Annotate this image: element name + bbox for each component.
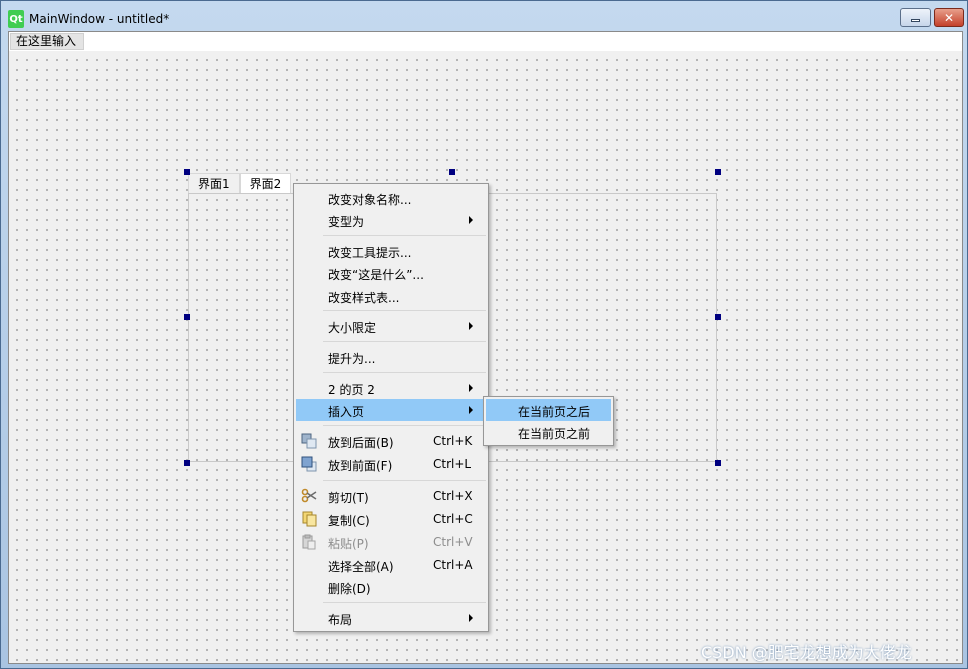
window-title: MainWindow - untitled* bbox=[29, 12, 170, 26]
insert-page-submenu: 在当前页之后 在当前页之前 bbox=[483, 396, 614, 446]
menu-item-layout[interactable]: 布局 bbox=[296, 607, 486, 629]
menu-separator bbox=[323, 372, 486, 373]
menu-separator bbox=[323, 480, 486, 481]
selection-handle-top-right[interactable] bbox=[715, 169, 721, 175]
menu-item-cut[interactable]: 剪切(T) Ctrl+X bbox=[296, 485, 486, 507]
menu-separator bbox=[323, 341, 486, 342]
selection-handle-top-middle[interactable] bbox=[449, 169, 455, 175]
close-icon: ✕ bbox=[943, 10, 955, 25]
menu-item-shortcut: Ctrl+L bbox=[433, 457, 472, 471]
menu-separator bbox=[323, 310, 486, 311]
menu-item-label: 粘贴(P) bbox=[328, 537, 369, 551]
menu-item-insert-page[interactable]: 插入页 bbox=[296, 399, 486, 421]
copy-icon bbox=[302, 511, 317, 527]
menu-item-label: 放到后面(B) bbox=[328, 436, 394, 450]
menu-separator bbox=[323, 425, 486, 426]
main-window: Qt MainWindow - untitled* ✕ 在这里输入 界面1 界面… bbox=[0, 0, 968, 669]
minimize-icon bbox=[911, 19, 920, 22]
menu-item-page-2-of-2[interactable]: 2 的页 2 bbox=[296, 377, 486, 399]
menu-item-shortcut: Ctrl+X bbox=[433, 489, 473, 503]
menu-item-label: 改变工具提示... bbox=[328, 246, 412, 260]
menu-separator bbox=[323, 235, 486, 236]
send-to-back-icon bbox=[301, 433, 317, 449]
menu-item-label: 在当前页之后 bbox=[518, 405, 591, 419]
menu-item-shortcut: Ctrl+A bbox=[433, 558, 473, 572]
menu-item-label: 放到前面(F) bbox=[328, 459, 393, 473]
menu-item-label: 剪切(T) bbox=[328, 491, 369, 505]
menu-item-send-to-back[interactable]: 放到后面(B) Ctrl+K bbox=[296, 430, 486, 452]
menu-item-label: 布局 bbox=[328, 613, 353, 627]
menu-item-bring-to-front[interactable]: 放到前面(F) Ctrl+L bbox=[296, 453, 486, 475]
close-button[interactable]: ✕ bbox=[934, 8, 964, 27]
menu-item-label: 插入页 bbox=[328, 405, 365, 419]
paste-icon bbox=[302, 534, 316, 550]
menu-item-change-object-name[interactable]: 改变对象名称... bbox=[296, 187, 486, 209]
selection-handle-bottom-right[interactable] bbox=[715, 460, 721, 466]
menu-item-label: 提升为... bbox=[328, 352, 376, 366]
tab-page-1[interactable]: 界面1 bbox=[188, 173, 240, 193]
selection-handle-top-left[interactable] bbox=[184, 169, 190, 175]
menu-bar: 在这里输入 bbox=[9, 32, 962, 51]
menu-item-insert-after-current[interactable]: 在当前页之后 bbox=[486, 399, 611, 421]
menu-item-delete[interactable]: 删除(D) bbox=[296, 576, 486, 598]
watermark: CSDN @肥宅龙想成为大佬龙 bbox=[701, 643, 912, 662]
menu-item-copy[interactable]: 复制(C) Ctrl+C bbox=[296, 508, 486, 530]
menu-item-label: 大小限定 bbox=[328, 321, 377, 335]
menu-item-label: 变型为 bbox=[328, 215, 365, 229]
menu-item-label: 复制(C) bbox=[328, 514, 370, 528]
menu-item-label: 2 的页 2 bbox=[328, 383, 375, 397]
submenu-arrow-icon bbox=[469, 406, 473, 414]
qt-logo-icon: Qt bbox=[8, 10, 24, 28]
menu-item-insert-before-current[interactable]: 在当前页之前 bbox=[486, 421, 611, 443]
menu-item-label: 改变“这是什么”... bbox=[328, 268, 424, 282]
title-bar[interactable]: Qt MainWindow - untitled* ✕ bbox=[1, 1, 967, 31]
selection-handle-bottom-left[interactable] bbox=[184, 460, 190, 466]
menu-item-shortcut: Ctrl+V bbox=[433, 535, 473, 549]
menu-item-shortcut: Ctrl+C bbox=[433, 512, 473, 526]
submenu-arrow-icon bbox=[469, 384, 473, 392]
menu-item-change-tooltip[interactable]: 改变工具提示... bbox=[296, 240, 486, 262]
form-canvas[interactable]: 在这里输入 界面1 界面2 改变对象名称... 变型为 改变工具提示... 改变… bbox=[8, 31, 963, 664]
bring-to-front-icon bbox=[301, 456, 317, 472]
menu-item-label: 改变对象名称... bbox=[328, 193, 412, 207]
menu-item-shortcut: Ctrl+K bbox=[433, 434, 473, 448]
menu-item-label: 删除(D) bbox=[328, 582, 371, 596]
selection-handle-middle-right[interactable] bbox=[715, 314, 721, 320]
menu-item-change-whats-this[interactable]: 改变“这是什么”... bbox=[296, 262, 486, 284]
menu-item-paste[interactable]: 粘贴(P) Ctrl+V bbox=[296, 531, 486, 553]
minimize-button[interactable] bbox=[900, 8, 931, 27]
menu-item-size-constraints[interactable]: 大小限定 bbox=[296, 315, 486, 337]
tab-page-2[interactable]: 界面2 bbox=[239, 173, 292, 193]
selection-handle-middle-left[interactable] bbox=[184, 314, 190, 320]
menu-item-label: 在当前页之前 bbox=[518, 427, 591, 441]
menu-item-label: 选择全部(A) bbox=[328, 560, 394, 574]
submenu-arrow-icon bbox=[469, 614, 473, 622]
menu-separator bbox=[323, 602, 486, 603]
scissors-icon bbox=[301, 488, 317, 503]
menu-item-promote-to[interactable]: 提升为... bbox=[296, 346, 486, 368]
menu-type-here-item[interactable]: 在这里输入 bbox=[10, 33, 84, 50]
menu-item-morph-into[interactable]: 变型为 bbox=[296, 209, 486, 231]
context-menu: 改变对象名称... 变型为 改变工具提示... 改变“这是什么”... 改变样式… bbox=[293, 183, 489, 632]
menu-item-label: 改变样式表... bbox=[328, 291, 400, 305]
menu-item-select-all[interactable]: 选择全部(A) Ctrl+A bbox=[296, 554, 486, 576]
submenu-arrow-icon bbox=[469, 216, 473, 224]
menu-item-change-stylesheet[interactable]: 改变样式表... bbox=[296, 285, 486, 307]
tab-bar: 界面1 界面2 bbox=[188, 173, 292, 193]
submenu-arrow-icon bbox=[469, 322, 473, 330]
